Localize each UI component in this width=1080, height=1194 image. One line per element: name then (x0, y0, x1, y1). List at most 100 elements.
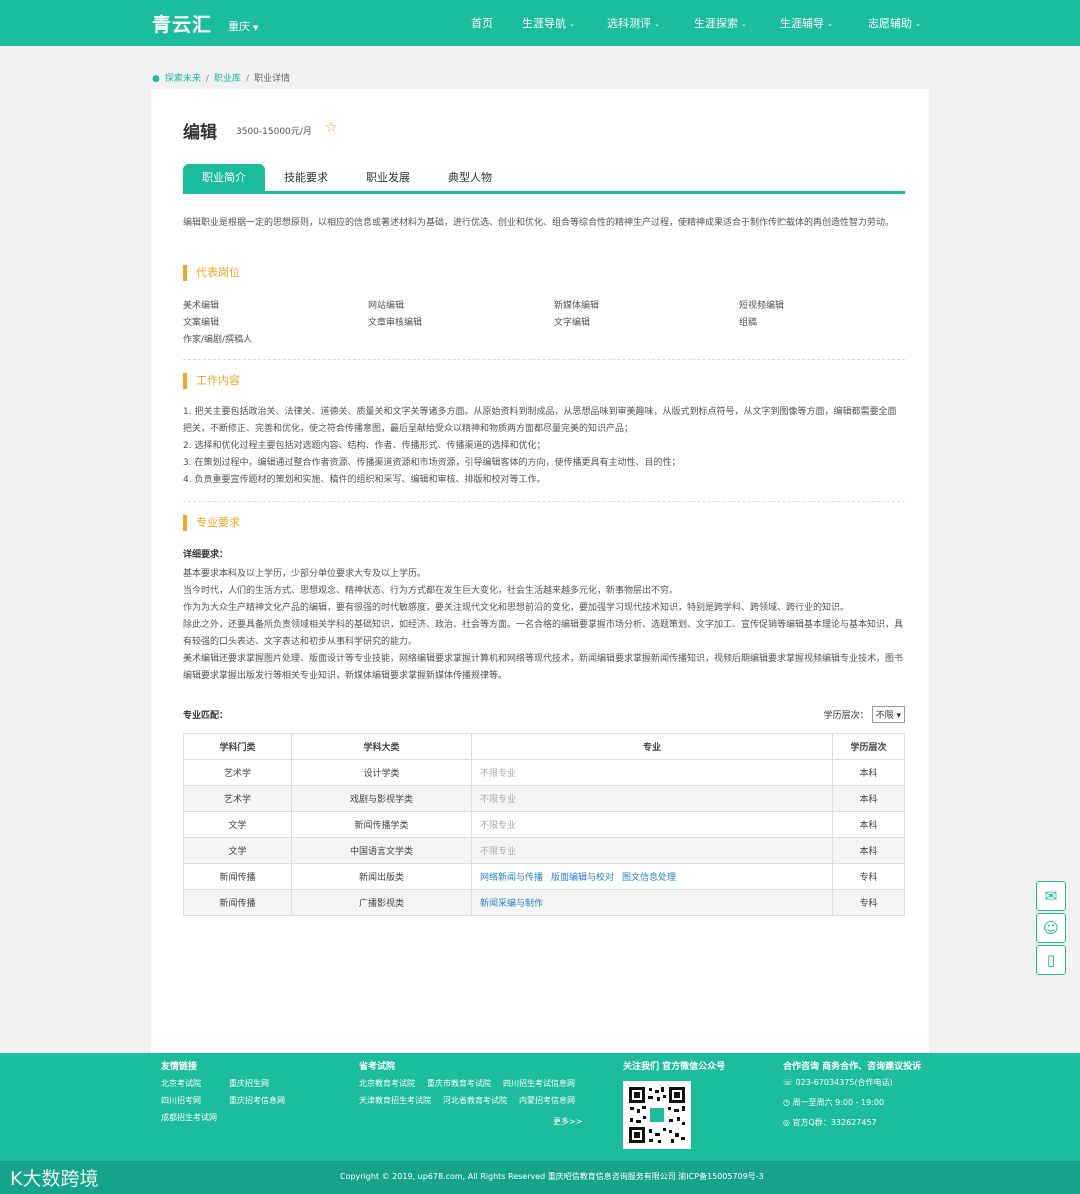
caret-down-icon: ▾ (896, 711, 901, 721)
job-intro-text: 编辑职业是根据一定的思想原则，以相应的信息或著述材料为基础，进行优选、创业和优化… (183, 218, 895, 228)
footer-link[interactable]: 四川招考网 (161, 1095, 201, 1106)
cell-level: 本科 (832, 811, 905, 838)
copyright-text: Copyright © 2019, up678.com, All Rights … (340, 1172, 764, 1181)
cell-majors: 不限专业 (471, 785, 833, 812)
major-link[interactable]: 版面编辑与校对 (551, 873, 614, 883)
qq-icon: ◎ (783, 1118, 790, 1127)
cell-majors: 不限专业 (471, 759, 833, 786)
breadcrumb-separator: / (245, 74, 249, 84)
position-item: 网站编辑 (368, 301, 405, 311)
breadcrumb-separator: / (205, 74, 209, 84)
footer-hours-text: 周一至周六 9:00 - 19:00 (792, 1098, 885, 1107)
major-link[interactable]: 图文信息处理 (622, 873, 676, 883)
nav-career-guide-label: 生涯导航 (522, 17, 566, 30)
tab-intro[interactable]: 职业简介 (183, 164, 265, 191)
watermark-logo: K大数跨境 (10, 1164, 98, 1191)
section-title-work: 工作内容 (183, 373, 240, 389)
cell-subcategory: 设计学类 (291, 759, 472, 786)
position-item: 文章审核编辑 (368, 318, 423, 328)
position-item: 作家/编剧/撰稿人 (183, 335, 253, 345)
work-item: 4. 负责重要宣传题材的策划和实施、稿件的组织和采写、编辑和审核、排版和校对等工… (183, 475, 546, 485)
chevron-down-icon: ⌄ (741, 20, 747, 28)
nav-home[interactable]: 首页 (471, 15, 493, 31)
nav-subject-test[interactable]: 选科测评 ⌄ (607, 15, 660, 31)
breadcrumb-current: 职业详情 (253, 74, 290, 84)
phone-icon: ☏ (783, 1078, 794, 1087)
nav-career-explore-label: 生涯探索 (694, 17, 738, 30)
footer-link[interactable]: 重庆招考信息网 (229, 1095, 285, 1106)
education-filter-label: 学历层次： (823, 711, 869, 721)
breadcrumb-explore[interactable]: 探索未来 (165, 74, 201, 84)
footer-contact-title: 合作咨询 商务合作、咨询建议投诉 (783, 1062, 922, 1072)
qr-code-icon (627, 1085, 687, 1145)
city-selector[interactable]: 重庆 ▼ (228, 18, 258, 34)
footer-link[interactable]: 内蒙招考信息网 (519, 1095, 575, 1106)
major-match-table: 学科门类 学科大类 专业 学历层次 艺术学 设计学类 不限专业 本科 艺术学 戏剧与影视学… (183, 733, 905, 916)
footer-link[interactable]: 四川招生考试信息网 (503, 1078, 575, 1089)
chevron-down-icon: ⌄ (827, 20, 833, 28)
cell-subcategory: 新闻传播学类 (291, 811, 472, 838)
major-link[interactable]: 网络新闻与传播 (480, 873, 543, 883)
col-header: 专业 (471, 733, 833, 760)
requirement-line: 当今时代，人们的生活方式、思想观念、精神状态、行为方式都在发生巨大变化，社会生活… (183, 586, 679, 596)
footer-qq: ◎ 官方Q群：332627457 (783, 1117, 877, 1128)
nav-career-explore[interactable]: 生涯探索 ⌄ (694, 15, 747, 31)
footer-link[interactable]: 北京教育考试院 (359, 1078, 415, 1089)
table-row: 艺术学 设计学类 不限专业 本科 (183, 759, 905, 786)
footer-link[interactable]: 成都招生考试网 (161, 1112, 217, 1123)
unlimited-major-text: 不限专业 (480, 769, 517, 779)
phone-icon[interactable]: ▯ (1036, 945, 1066, 975)
nav-application-aid[interactable]: 志愿辅助 ⌄ (868, 15, 921, 31)
tab-development[interactable]: 职业发展 (347, 164, 429, 191)
wechat-icon[interactable]: ✉ (1036, 881, 1066, 911)
wechat-qr-code (623, 1081, 691, 1149)
position-item: 短视频编辑 (739, 301, 785, 311)
footer-more-link[interactable]: 更多>> (553, 1116, 582, 1127)
tab-typical-people[interactable]: 典型人物 (429, 164, 511, 191)
site-logo[interactable]: 青云汇 (152, 10, 212, 37)
nav-career-coach[interactable]: 生涯辅导 ⌄ (780, 15, 833, 31)
cell-level: 本科 (832, 759, 905, 786)
col-header: 学历层次 (832, 733, 905, 760)
major-link[interactable]: 新闻采编与制作 (480, 899, 543, 909)
tab-skills[interactable]: 技能要求 (265, 164, 347, 191)
favorite-star-icon[interactable]: ☆ (325, 120, 338, 136)
job-salary: 3500-15000元/月 (236, 127, 312, 137)
section-title-positions: 代表岗位 (183, 265, 240, 281)
support-icon[interactable]: ☺ (1036, 913, 1066, 943)
copyright-bar: K大数跨境 Copyright © 2019, up678.com, All R… (0, 1161, 1080, 1194)
education-select[interactable]: 不限 ▾ (871, 706, 905, 723)
footer-link[interactable]: 重庆市教育考试院 (427, 1078, 491, 1089)
job-detail-card: 编辑 3500-15000元/月 ☆ 职业简介 技能要求 职业发展 典型人物 编… (151, 89, 929, 1053)
footer-link[interactable]: 天津教育招生考试院 (359, 1095, 431, 1106)
position-item: 文案编辑 (183, 318, 220, 328)
watermark-icon: K (10, 1168, 23, 1190)
education-select-value: 不限 (875, 711, 894, 721)
cell-category: 新闻传播 (183, 889, 292, 916)
work-item: 2. 选择和优化过程主要包括对选题内容、结构、作者、传播形式、传播渠道的选择和优… (183, 441, 546, 451)
breadcrumb-job-library[interactable]: 职业库 (214, 74, 241, 84)
chevron-down-icon: ⌄ (569, 20, 575, 28)
cell-subcategory: 戏剧与影视学类 (291, 785, 472, 812)
unlimited-major-text: 不限专业 (480, 795, 517, 805)
cell-level: 本科 (832, 785, 905, 812)
table-row: 艺术学 戏剧与影视学类 不限专业 本科 (183, 785, 905, 812)
cell-category: 艺术学 (183, 785, 292, 812)
footer-link[interactable]: 重庆招生网 (229, 1078, 269, 1089)
position-item: 新媒体编辑 (554, 301, 600, 311)
requirement-line: 除此之外，还要具备所负责领域相关学科的基础知识，如经济、政治、社会等方面。一名合… (183, 620, 904, 647)
nav-career-guide[interactable]: 生涯导航 ⌄ (522, 15, 575, 31)
unlimited-major-text: 不限专业 (480, 847, 517, 857)
cell-subcategory: 广播影视类 (291, 889, 472, 916)
position-item: 文字编辑 (554, 318, 591, 328)
table-body: 艺术学 设计学类 不限专业 本科 艺术学 戏剧与影视学类 不限专业 本科 文学 新闻传播学类 不限专… (183, 759, 905, 916)
cell-majors: 不限专业 (471, 837, 833, 864)
cell-category: 文学 (183, 837, 292, 864)
cell-level: 专科 (832, 863, 905, 890)
nav-application-aid-label: 志愿辅助 (868, 17, 912, 30)
requirement-line: 美术编辑还要求掌握图片处理、版面设计等专业技能，网络编辑要求掌握计算机和网络等现… (183, 654, 904, 681)
cell-level: 专科 (832, 889, 905, 916)
footer-link[interactable]: 北京考试院 (161, 1078, 201, 1089)
position-item: 组稿 (739, 318, 758, 328)
footer-link[interactable]: 河北省教育考试院 (443, 1095, 507, 1106)
